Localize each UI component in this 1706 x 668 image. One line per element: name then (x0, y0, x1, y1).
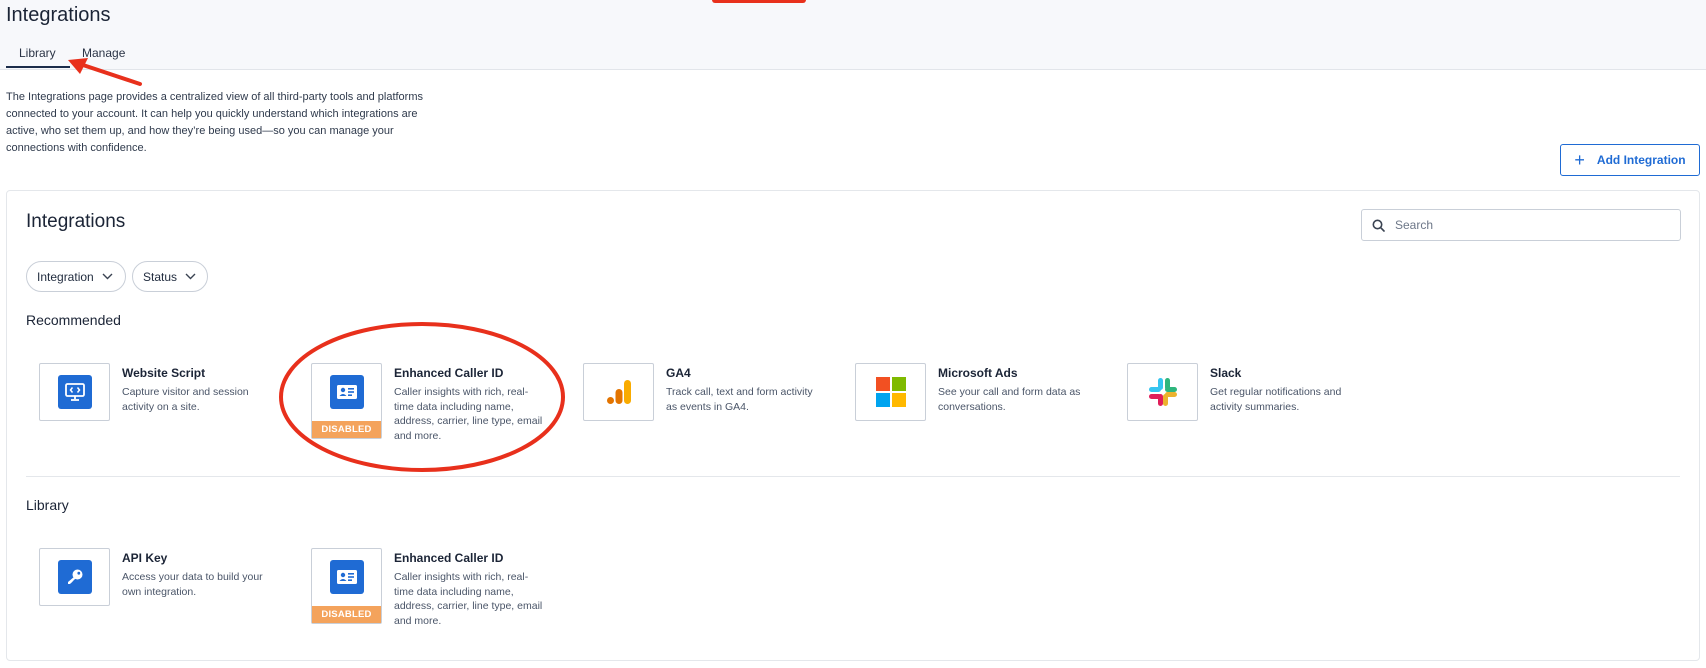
chevron-down-icon (185, 273, 196, 280)
filter-status[interactable]: Status (132, 261, 208, 292)
card-name: API Key (122, 551, 168, 565)
card-icon-box: DISABLED (311, 363, 382, 439)
card-description: Caller insights with rich, real-time dat… (394, 386, 543, 442)
top-highlight-mark (712, 0, 806, 3)
card-description: Caller insights with rich, real-time dat… (394, 571, 543, 627)
section-title-recommended: Recommended (26, 312, 121, 328)
card-description: See your call and form data as conversat… (938, 386, 1081, 413)
tab-library[interactable]: Library (19, 46, 56, 60)
card-microsoft-ads[interactable]: Microsoft Ads See your call and form dat… (855, 363, 1115, 463)
card-name: Microsoft Ads (938, 366, 1018, 380)
card-icon-box (583, 363, 654, 421)
card-icon-box (855, 363, 926, 421)
add-integration-button[interactable]: + Add Integration (1560, 144, 1700, 176)
card-icon-box: DISABLED (311, 548, 382, 624)
card-name: Enhanced Caller ID (394, 551, 504, 565)
filter-integration-label: Integration (37, 269, 94, 284)
search-field[interactable] (1361, 209, 1681, 241)
id-card-icon (329, 560, 364, 594)
microsoft-logo-icon (875, 377, 906, 407)
filter-integration[interactable]: Integration (26, 261, 126, 292)
card-slack[interactable]: Slack Get regular notifications and acti… (1127, 363, 1387, 463)
panel-title: Integrations (26, 211, 126, 232)
section-divider (26, 476, 1680, 477)
card-description: Capture visitor and session activity on … (122, 386, 249, 413)
card-description: Access your data to build your own integ… (122, 571, 263, 598)
key-icon (57, 560, 92, 594)
card-icon-box (1127, 363, 1198, 421)
card-website-script[interactable]: Website Script Capture visitor and sessi… (39, 363, 299, 463)
card-name: Enhanced Caller ID (394, 366, 504, 380)
tab-manage[interactable]: Manage (82, 46, 125, 60)
search-icon (1372, 219, 1385, 232)
card-description: Track call, text and form activity as ev… (666, 386, 813, 413)
id-card-icon (329, 375, 364, 409)
page-header (0, 0, 1706, 70)
card-enhanced-caller-id[interactable]: DISABLED Enhanced Caller ID Caller insig… (311, 363, 571, 463)
card-api-key[interactable]: API Key Access your data to build your o… (39, 548, 299, 648)
card-name: Website Script (122, 366, 206, 380)
page-title: Integrations (6, 4, 111, 26)
search-input[interactable] (1395, 218, 1680, 232)
plus-icon: + (1574, 150, 1585, 170)
slack-logo-icon (1148, 378, 1177, 406)
chevron-down-icon (102, 273, 113, 280)
disabled-badge: DISABLED (312, 421, 381, 438)
filter-status-label: Status (143, 269, 178, 284)
active-tab-indicator (6, 66, 70, 68)
card-ga4[interactable]: GA4 Track call, text and form activity a… (583, 363, 843, 463)
add-integration-label: Add Integration (1596, 153, 1686, 167)
section-title-library: Library (26, 497, 69, 513)
card-icon-box (39, 548, 110, 606)
disabled-badge: DISABLED (312, 606, 381, 623)
card-name: Slack (1210, 366, 1242, 380)
page-description: The Integrations page provides a central… (6, 91, 423, 154)
card-description: Get regular notifications and activity s… (1210, 386, 1342, 413)
card-icon-box (39, 363, 110, 421)
card-enhanced-caller-id[interactable]: DISABLED Enhanced Caller ID Caller insig… (311, 548, 571, 648)
code-monitor-icon (57, 375, 92, 409)
google-analytics-icon (606, 380, 631, 404)
card-name: GA4 (666, 366, 691, 380)
